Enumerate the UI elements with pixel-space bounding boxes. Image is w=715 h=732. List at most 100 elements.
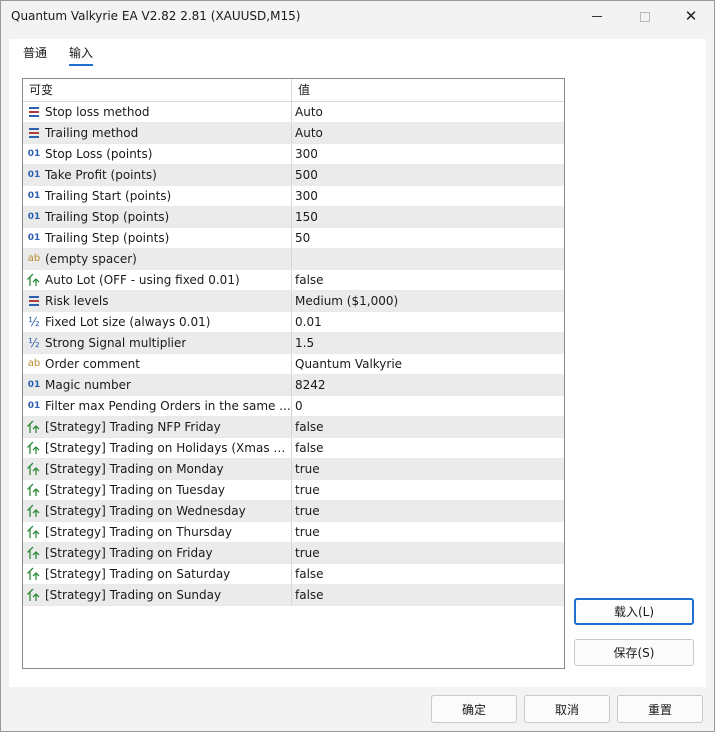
table-row[interactable]: [Strategy] Trading on Monday true xyxy=(23,459,564,480)
integer-icon: 01 xyxy=(27,212,41,222)
value-cell[interactable]: 500 xyxy=(292,165,564,185)
value-cell[interactable]: 150 xyxy=(292,207,564,227)
value-cell[interactable]: 50 xyxy=(292,228,564,248)
table-row[interactable]: 01 Trailing Start (points) 300 xyxy=(23,186,564,207)
variable-cell: ab (empty spacer) xyxy=(23,249,292,269)
value-cell[interactable]: true xyxy=(292,522,564,542)
value-cell[interactable] xyxy=(292,249,564,269)
value-cell[interactable]: true xyxy=(292,480,564,500)
value-cell[interactable]: true xyxy=(292,501,564,521)
variable-cell: [Strategy] Trading NFP Friday xyxy=(23,417,292,437)
variable-cell: [Strategy] Trading on Friday xyxy=(23,543,292,563)
cancel-button[interactable]: 取消 xyxy=(524,695,610,723)
close-button[interactable]: ✕ xyxy=(668,1,714,32)
value-cell[interactable]: 0.01 xyxy=(292,312,564,332)
value-cell[interactable]: true xyxy=(292,543,564,563)
table-row[interactable]: [Strategy] Trading on Tuesday true xyxy=(23,480,564,501)
title-bar[interactable]: Quantum Valkyrie EA V2.82 2.81 (XAUUSD,M… xyxy=(1,1,714,32)
list-icon xyxy=(27,294,41,308)
tab-bar: 普通 输入 xyxy=(23,44,94,66)
table-row[interactable]: [Strategy] Trading on Saturday false xyxy=(23,564,564,585)
tab-common[interactable]: 普通 xyxy=(23,44,47,66)
value-cell[interactable]: 8242 xyxy=(292,375,564,395)
table-row[interactable]: 01 Stop Loss (points) 300 xyxy=(23,144,564,165)
table-row[interactable]: Trailing method Auto xyxy=(23,123,564,144)
integer-icon: 01 xyxy=(27,380,41,390)
tab-inputs[interactable]: 输入 xyxy=(69,44,94,66)
variable-name: Order comment xyxy=(45,357,140,371)
window-title: Quantum Valkyrie EA V2.82 2.81 (XAUUSD,M… xyxy=(11,9,301,23)
variable-cell: Risk levels xyxy=(23,291,292,311)
string-icon: ab xyxy=(27,358,41,369)
value-cell[interactable]: 300 xyxy=(292,144,564,164)
table-row[interactable]: Stop loss method Auto xyxy=(23,102,564,123)
bool-icon xyxy=(27,441,41,455)
variable-cell: ½ Strong Signal multiplier xyxy=(23,333,292,353)
dialog-window: Quantum Valkyrie EA V2.82 2.81 (XAUUSD,M… xyxy=(0,0,715,732)
grid-body: Stop loss method Auto Trailing method Auto 0… xyxy=(23,102,564,606)
integer-icon: 01 xyxy=(27,170,41,180)
header-variable[interactable]: 可变 xyxy=(23,79,292,102)
table-row[interactable]: [Strategy] Trading NFP Friday false xyxy=(23,417,564,438)
integer-icon: 01 xyxy=(27,401,41,411)
save-button[interactable]: 保存(S) xyxy=(574,639,694,666)
bool-icon xyxy=(27,546,41,560)
table-row[interactable]: [Strategy] Trading on Thursday true xyxy=(23,522,564,543)
variable-cell: 01 Filter max Pending Orders in the same … xyxy=(23,396,292,416)
table-row[interactable]: [Strategy] Trading on Sunday false xyxy=(23,585,564,606)
value-cell[interactable]: false xyxy=(292,270,564,290)
maximize-icon xyxy=(640,11,650,22)
table-row[interactable]: Auto Lot (OFF - using fixed 0.01) false xyxy=(23,270,564,291)
bool-icon xyxy=(27,504,41,518)
table-row[interactable]: ½ Fixed Lot size (always 0.01) 0.01 xyxy=(23,312,564,333)
table-row[interactable]: [Strategy] Trading on Holidays (Xmas &..… xyxy=(23,438,564,459)
load-button[interactable]: 载入(L) xyxy=(574,598,694,625)
value-cell[interactable]: 0 xyxy=(292,396,564,416)
reset-button[interactable]: 重置 xyxy=(617,695,703,723)
table-row[interactable]: 01 Magic number 8242 xyxy=(23,375,564,396)
variable-name: Auto Lot (OFF - using fixed 0.01) xyxy=(45,273,240,287)
table-row[interactable]: 01 Trailing Stop (points) 150 xyxy=(23,207,564,228)
variable-cell: 01 Magic number xyxy=(23,375,292,395)
value-cell[interactable]: false xyxy=(292,564,564,584)
table-row[interactable]: ab (empty spacer) xyxy=(23,249,564,270)
variable-name: [Strategy] Trading on Sunday xyxy=(45,588,222,602)
variable-name: Take Profit (points) xyxy=(45,168,157,182)
minimize-button[interactable] xyxy=(574,1,620,32)
ok-button[interactable]: 确定 xyxy=(431,695,517,723)
bool-icon xyxy=(27,273,41,287)
value-cell[interactable]: true xyxy=(292,459,564,479)
value-cell[interactable]: false xyxy=(292,585,564,605)
value-cell[interactable]: Auto xyxy=(292,102,564,122)
variable-cell: 01 Trailing Start (points) xyxy=(23,186,292,206)
value-cell[interactable]: Quantum Valkyrie xyxy=(292,354,564,374)
variable-name: [Strategy] Trading on Friday xyxy=(45,546,213,560)
table-row[interactable]: ½ Strong Signal multiplier 1.5 xyxy=(23,333,564,354)
value-cell[interactable]: Auto xyxy=(292,123,564,143)
variable-name: Strong Signal multiplier xyxy=(45,336,187,350)
value-cell[interactable]: 1.5 xyxy=(292,333,564,353)
bool-icon xyxy=(27,525,41,539)
value-cell[interactable]: false xyxy=(292,438,564,458)
list-icon xyxy=(27,126,41,140)
list-icon xyxy=(27,105,41,119)
variable-name: [Strategy] Trading on Saturday xyxy=(45,567,231,581)
table-row[interactable]: 01 Filter max Pending Orders in the same … xyxy=(23,396,564,417)
table-row[interactable]: 01 Take Profit (points) 500 xyxy=(23,165,564,186)
variable-cell: [Strategy] Trading on Sunday xyxy=(23,585,292,605)
value-cell[interactable]: false xyxy=(292,417,564,437)
variable-cell: [Strategy] Trading on Holidays (Xmas &..… xyxy=(23,438,292,458)
header-value[interactable]: 值 xyxy=(292,79,564,102)
table-row[interactable]: [Strategy] Trading on Wednesday true xyxy=(23,501,564,522)
table-row[interactable]: Risk levels Medium ($1,000) xyxy=(23,291,564,312)
variable-cell: [Strategy] Trading on Saturday xyxy=(23,564,292,584)
variable-cell: Stop loss method xyxy=(23,102,292,122)
variable-cell: Auto Lot (OFF - using fixed 0.01) xyxy=(23,270,292,290)
variable-name: Risk levels xyxy=(45,294,109,308)
value-cell[interactable]: 300 xyxy=(292,186,564,206)
table-row[interactable]: [Strategy] Trading on Friday true xyxy=(23,543,564,564)
table-row[interactable]: ab Order comment Quantum Valkyrie xyxy=(23,354,564,375)
inputs-grid[interactable]: 可变 值 Stop loss method Auto Trailing method… xyxy=(22,78,565,669)
value-cell[interactable]: Medium ($1,000) xyxy=(292,291,564,311)
table-row[interactable]: 01 Trailing Step (points) 50 xyxy=(23,228,564,249)
